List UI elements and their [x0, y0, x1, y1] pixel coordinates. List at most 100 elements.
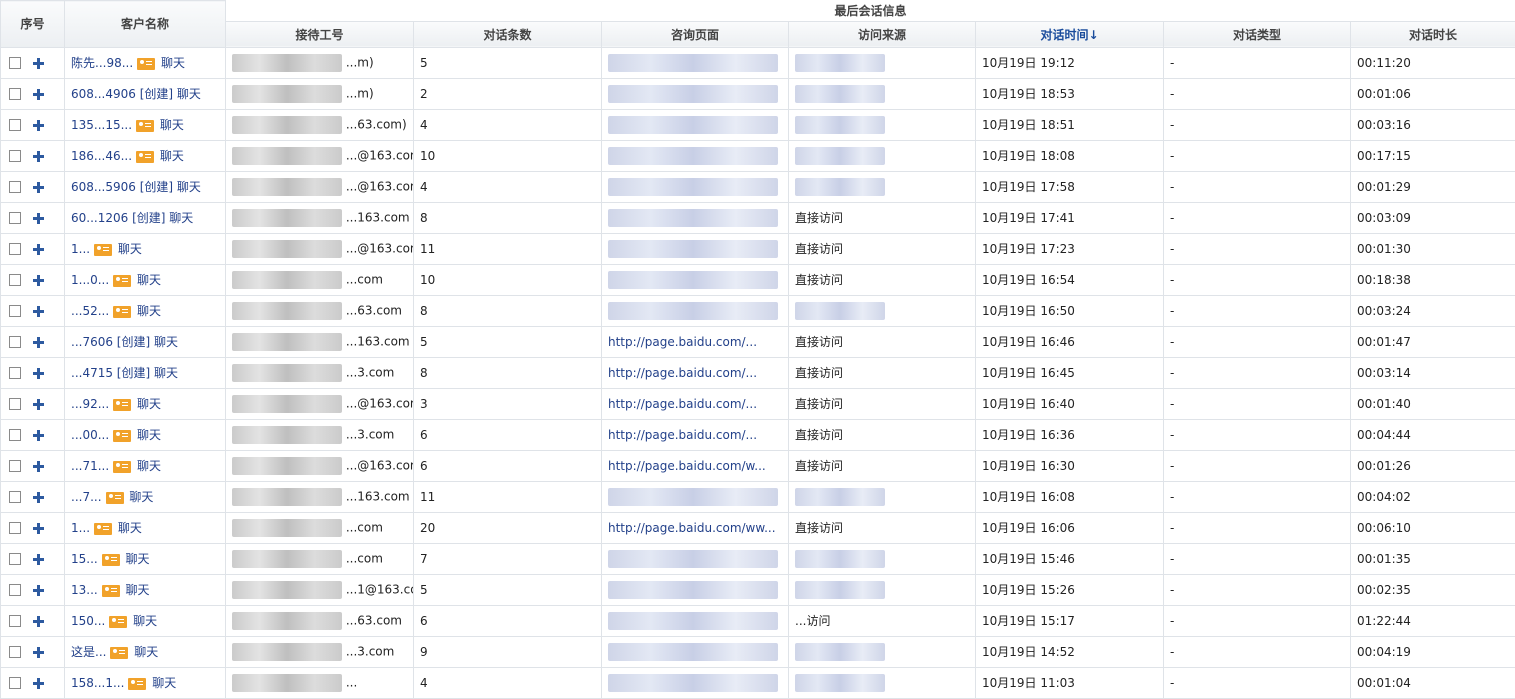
chat-link[interactable]: 聊天 [130, 645, 158, 659]
expand-plus-icon[interactable] [33, 461, 43, 471]
row-checkbox[interactable] [9, 460, 21, 472]
customer-name-link[interactable]: 186...46... [71, 149, 132, 163]
chat-link[interactable]: 聊天 [173, 87, 201, 101]
expand-plus-icon[interactable] [33, 182, 43, 192]
chat-link[interactable]: 聊天 [114, 521, 142, 535]
customer-name-link[interactable]: ...92... [71, 397, 109, 411]
chat-link[interactable]: 聊天 [165, 211, 193, 225]
expand-plus-icon[interactable] [33, 399, 43, 409]
row-checkbox[interactable] [9, 584, 21, 596]
customer-name-link[interactable]: 15... [71, 552, 98, 566]
chat-link[interactable]: 聊天 [133, 397, 161, 411]
header-chat-time-sort[interactable]: 对话时间↓ [976, 21, 1164, 47]
chat-link[interactable]: 聊天 [129, 614, 157, 628]
vcard-icon[interactable] [109, 616, 127, 628]
create-tag-link[interactable]: [创建] [113, 366, 150, 380]
row-checkbox[interactable] [9, 150, 21, 162]
expand-plus-icon[interactable] [33, 678, 43, 688]
chat-link[interactable]: 聊天 [148, 676, 176, 690]
customer-name-link[interactable]: ...00... [71, 428, 109, 442]
expand-plus-icon[interactable] [33, 616, 43, 626]
expand-plus-icon[interactable] [33, 120, 43, 130]
consult-page-link[interactable]: http://page.baidu.com/... [608, 397, 757, 411]
row-checkbox[interactable] [9, 491, 21, 503]
customer-name-link[interactable]: ...4715 [71, 366, 113, 380]
create-tag-link[interactable]: [创建] [128, 211, 165, 225]
vcard-icon[interactable] [137, 58, 155, 70]
customer-name-link[interactable]: ...52... [71, 304, 109, 318]
consult-page-link[interactable]: http://page.baidu.com/ww... [608, 521, 776, 535]
vcard-icon[interactable] [113, 430, 131, 442]
row-checkbox[interactable] [9, 119, 21, 131]
chat-link[interactable]: 聊天 [126, 490, 154, 504]
chat-link[interactable]: 聊天 [156, 149, 184, 163]
row-checkbox[interactable] [9, 522, 21, 534]
customer-name-link[interactable]: 1...0... [71, 273, 109, 287]
row-checkbox[interactable] [9, 305, 21, 317]
customer-name-link[interactable]: ...71... [71, 459, 109, 473]
customer-name-link[interactable]: 1... [71, 242, 90, 256]
chat-link[interactable]: 聊天 [157, 56, 185, 70]
expand-plus-icon[interactable] [33, 585, 43, 595]
create-tag-link[interactable]: [创建] [136, 87, 173, 101]
row-checkbox[interactable] [9, 677, 21, 689]
expand-plus-icon[interactable] [33, 337, 43, 347]
customer-name-link[interactable]: 13... [71, 583, 98, 597]
vcard-icon[interactable] [136, 120, 154, 132]
vcard-icon[interactable] [113, 399, 131, 411]
customer-name-link[interactable]: 1... [71, 521, 90, 535]
expand-plus-icon[interactable] [33, 368, 43, 378]
vcard-icon[interactable] [106, 492, 124, 504]
chat-link[interactable]: 聊天 [133, 459, 161, 473]
customer-name-link[interactable]: ...7606 [71, 335, 113, 349]
row-checkbox[interactable] [9, 646, 21, 658]
consult-page-link[interactable]: http://page.baidu.com/w... [608, 459, 766, 473]
consult-page-link[interactable]: http://page.baidu.com/... [608, 428, 757, 442]
vcard-icon[interactable] [136, 151, 154, 163]
expand-plus-icon[interactable] [33, 430, 43, 440]
row-checkbox[interactable] [9, 243, 21, 255]
chat-link[interactable]: 聊天 [122, 552, 150, 566]
create-tag-link[interactable]: [创建] [113, 335, 150, 349]
customer-name-link[interactable]: 150... [71, 614, 105, 628]
expand-plus-icon[interactable] [33, 244, 43, 254]
expand-plus-icon[interactable] [33, 275, 43, 285]
row-checkbox[interactable] [9, 212, 21, 224]
chat-link[interactable]: 聊天 [150, 335, 178, 349]
row-checkbox[interactable] [9, 429, 21, 441]
vcard-icon[interactable] [94, 523, 112, 535]
row-checkbox[interactable] [9, 336, 21, 348]
customer-name-link[interactable]: 135...15... [71, 118, 132, 132]
expand-plus-icon[interactable] [33, 306, 43, 316]
customer-name-link[interactable]: 608...4906 [71, 87, 136, 101]
vcard-icon[interactable] [113, 275, 131, 287]
row-checkbox[interactable] [9, 274, 21, 286]
row-checkbox[interactable] [9, 57, 21, 69]
vcard-icon[interactable] [113, 306, 131, 318]
expand-plus-icon[interactable] [33, 554, 43, 564]
chat-link[interactable]: 聊天 [114, 242, 142, 256]
customer-name-link[interactable]: 这是... [71, 645, 106, 659]
customer-name-link[interactable]: 158...1... [71, 676, 124, 690]
chat-link[interactable]: 聊天 [156, 118, 184, 132]
chat-link[interactable]: 聊天 [133, 304, 161, 318]
expand-plus-icon[interactable] [33, 89, 43, 99]
expand-plus-icon[interactable] [33, 523, 43, 533]
vcard-icon[interactable] [102, 554, 120, 566]
expand-plus-icon[interactable] [33, 151, 43, 161]
create-tag-link[interactable]: [创建] [136, 180, 173, 194]
customer-name-link[interactable]: 608...5906 [71, 180, 136, 194]
consult-page-link[interactable]: http://page.baidu.com/... [608, 366, 757, 380]
row-checkbox[interactable] [9, 553, 21, 565]
vcard-icon[interactable] [128, 678, 146, 690]
row-checkbox[interactable] [9, 367, 21, 379]
row-checkbox[interactable] [9, 398, 21, 410]
vcard-icon[interactable] [110, 647, 128, 659]
vcard-icon[interactable] [113, 461, 131, 473]
row-checkbox[interactable] [9, 181, 21, 193]
vcard-icon[interactable] [94, 244, 112, 256]
vcard-icon[interactable] [102, 585, 120, 597]
row-checkbox[interactable] [9, 615, 21, 627]
customer-name-link[interactable]: 陈先...98... [71, 56, 133, 70]
chat-link[interactable]: 聊天 [150, 366, 178, 380]
